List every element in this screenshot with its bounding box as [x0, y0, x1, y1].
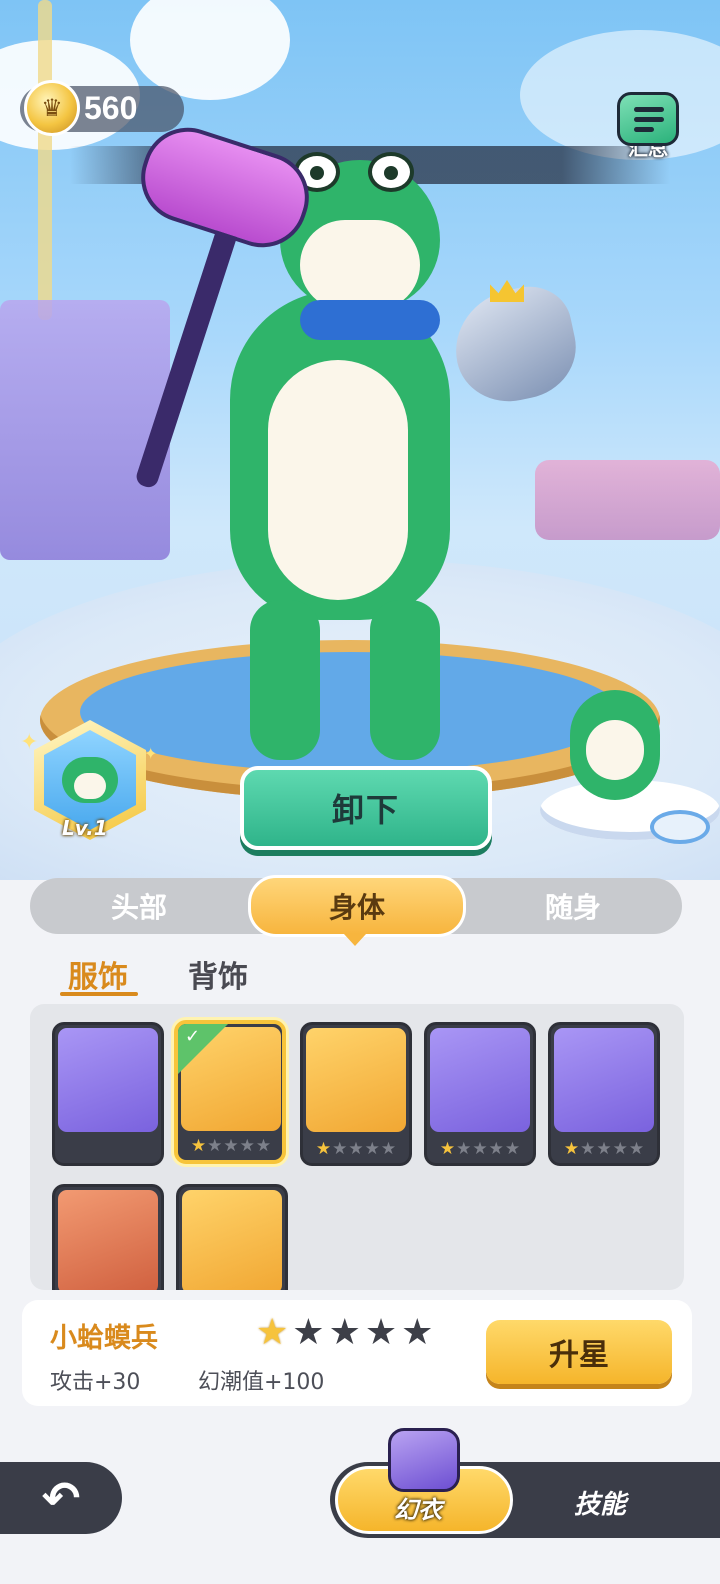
hoodie-icon: [430, 1028, 530, 1132]
outfit-grid: ✓ ★ ★ ★ ★ ★ ★ ★ ★ ★ ★ ★ ★ ★ ★ ★ ★ ★ ★ ★ ★: [30, 1004, 684, 1290]
outfit-item[interactable]: ★ ★ ★ ★ ★: [424, 1022, 536, 1166]
robe-icon: [58, 1190, 158, 1290]
frog-leg: [250, 600, 320, 760]
unequip-button[interactable]: 卸下: [240, 766, 492, 850]
subtab-underline: [60, 992, 138, 996]
subtab-back-accessory[interactable]: 背饰: [188, 952, 248, 996]
frog-belly: [268, 360, 408, 600]
outfit-item[interactable]: ★ ★ ★ ★ ★: [300, 1022, 412, 1166]
skin-badge[interactable]: Lv.1: [34, 720, 146, 846]
tab-outfit-label: 幻衣: [394, 1496, 442, 1524]
sparkle-icon: ✦: [144, 744, 158, 763]
upgrade-star-button[interactable]: 升星: [486, 1320, 672, 1384]
background-building: [535, 460, 720, 540]
stat-attack: 攻击+30: [50, 1370, 141, 1395]
currency-value: 560: [84, 90, 138, 126]
outfit-jacket-icon: [388, 1428, 460, 1492]
tab-skill[interactable]: 技能: [574, 1484, 626, 1521]
summary-button[interactable]: 汇总: [608, 92, 688, 172]
tab-pointer-icon: [344, 934, 366, 946]
preview-disc: [650, 810, 710, 844]
star-icon: ★: [401, 1312, 434, 1353]
character-preview[interactable]: [520, 670, 720, 860]
star-icon: ★: [256, 1312, 289, 1353]
item-name: 小蛤蟆兵: [50, 1323, 158, 1354]
blue-scarf: [300, 300, 440, 340]
item-info-panel: 小蛤蟆兵 ★ ★ ★ ★ ★ 攻击+30 幻潮值+100 升星: [22, 1300, 692, 1406]
background-tower: [38, 0, 52, 320]
frog-face: [300, 220, 420, 310]
frog-leg: [370, 600, 440, 760]
summary-list-icon: [617, 92, 679, 146]
tab-carry[interactable]: 随身: [464, 878, 682, 934]
background-building: [0, 300, 170, 560]
item-stars: ★ ★ ★ ★ ★: [439, 1139, 521, 1159]
back-arrow-icon: ↶: [41, 1471, 81, 1525]
star-icon: ★: [292, 1312, 325, 1353]
star-icon: ★: [328, 1312, 361, 1353]
item-stars: ★ ★ ★ ★ ★: [315, 1139, 397, 1159]
item-star-rating: ★ ★ ★ ★ ★: [256, 1312, 433, 1353]
category-tabs: 头部 身体 随身: [30, 875, 682, 937]
stat-tide-value: 幻潮值+100: [198, 1370, 325, 1395]
frog-eye: [368, 152, 414, 192]
tab-body[interactable]: 身体: [248, 875, 466, 937]
crown-icon: [490, 280, 524, 302]
frog-preview-icon: [570, 690, 660, 800]
subtab-clothing[interactable]: 服饰: [68, 952, 128, 996]
tab-head[interactable]: 头部: [30, 878, 248, 934]
outfit-item[interactable]: [52, 1184, 164, 1290]
leaf-outfit-icon: [306, 1028, 406, 1132]
frog-character[interactable]: [129, 116, 490, 780]
back-button[interactable]: ↶: [0, 1462, 122, 1534]
level-label: Lv.1: [62, 816, 108, 840]
overalls-icon: [554, 1028, 654, 1132]
sparkle-icon: ✦: [20, 730, 39, 755]
item-stars: ★ ★ ★ ★ ★: [190, 1136, 272, 1156]
outfit-item[interactable]: ★ ★ ★ ★ ★: [548, 1022, 660, 1166]
king-coin-icon: ♛: [24, 80, 80, 136]
outfit-item[interactable]: ✓ ★ ★ ★ ★ ★: [174, 1020, 286, 1164]
space-suit-icon: [182, 1190, 282, 1290]
star-icon: ★: [364, 1312, 398, 1353]
outfit-item[interactable]: [52, 1022, 164, 1166]
outfit-item[interactable]: [176, 1184, 288, 1290]
cloud: [130, 0, 290, 100]
blue-jacket-icon: [58, 1028, 158, 1132]
frog-avatar-icon: [62, 757, 118, 803]
item-stars: ★ ★ ★ ★ ★: [563, 1139, 645, 1159]
